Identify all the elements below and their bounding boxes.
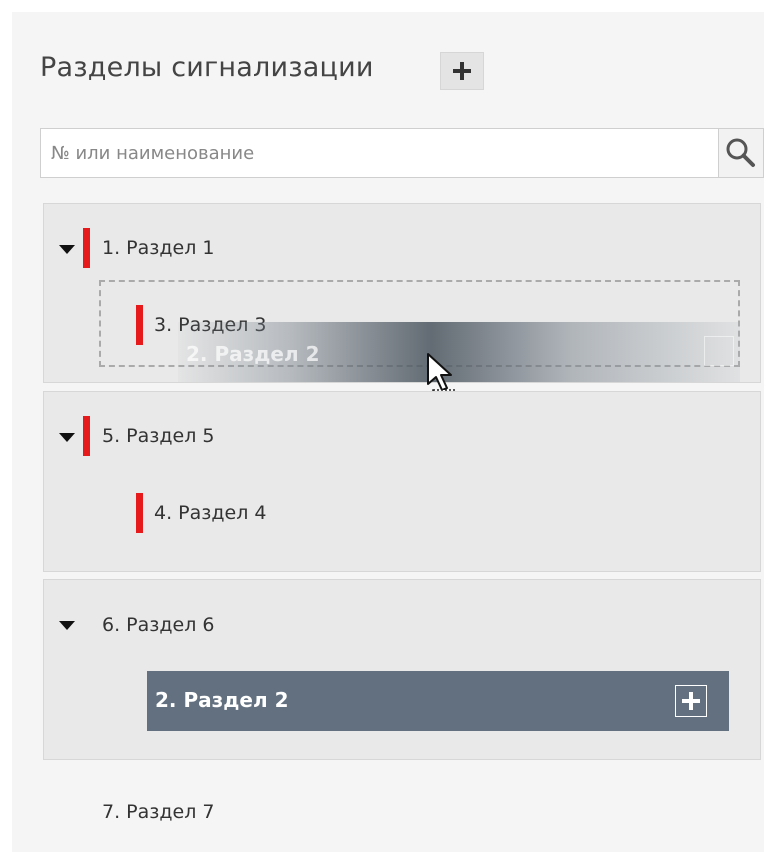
drag-ghost-label: 2. Раздел 2 — [186, 342, 320, 366]
search-icon — [726, 138, 755, 167]
page-title: Разделы сигнализации — [40, 52, 374, 83]
section-group-6 — [43, 579, 761, 760]
selected-item-label: 2. Раздел 2 — [155, 688, 289, 712]
section-item-2-selected[interactable]: 2. Раздел 2 — [147, 671, 729, 731]
add-subsection-button[interactable] — [675, 685, 707, 717]
section-item-5[interactable]: 5. Раздел 5 — [102, 425, 214, 447]
collapse-arrow-icon[interactable] — [59, 245, 75, 254]
section-item-6[interactable]: 6. Раздел 6 — [102, 614, 214, 636]
plus-icon — [453, 62, 471, 80]
section-group-5 — [43, 391, 761, 572]
search-box — [40, 128, 764, 178]
search-button[interactable] — [718, 129, 763, 177]
collapse-arrow-icon[interactable] — [59, 621, 75, 630]
section-item-1[interactable]: 1. Раздел 1 — [102, 237, 214, 259]
alarm-indicator — [136, 493, 143, 533]
alarm-indicator — [83, 416, 90, 456]
alarm-indicator — [136, 305, 143, 345]
add-section-button[interactable] — [440, 52, 484, 90]
ghost-plus-icon — [704, 336, 734, 366]
section-item-7[interactable]: 7. Раздел 7 — [102, 801, 214, 823]
section-item-4[interactable]: 4. Раздел 4 — [154, 502, 266, 524]
search-input[interactable] — [41, 129, 719, 177]
plus-icon — [682, 692, 700, 710]
collapse-arrow-icon[interactable] — [59, 433, 75, 442]
alarm-indicator — [83, 228, 90, 268]
